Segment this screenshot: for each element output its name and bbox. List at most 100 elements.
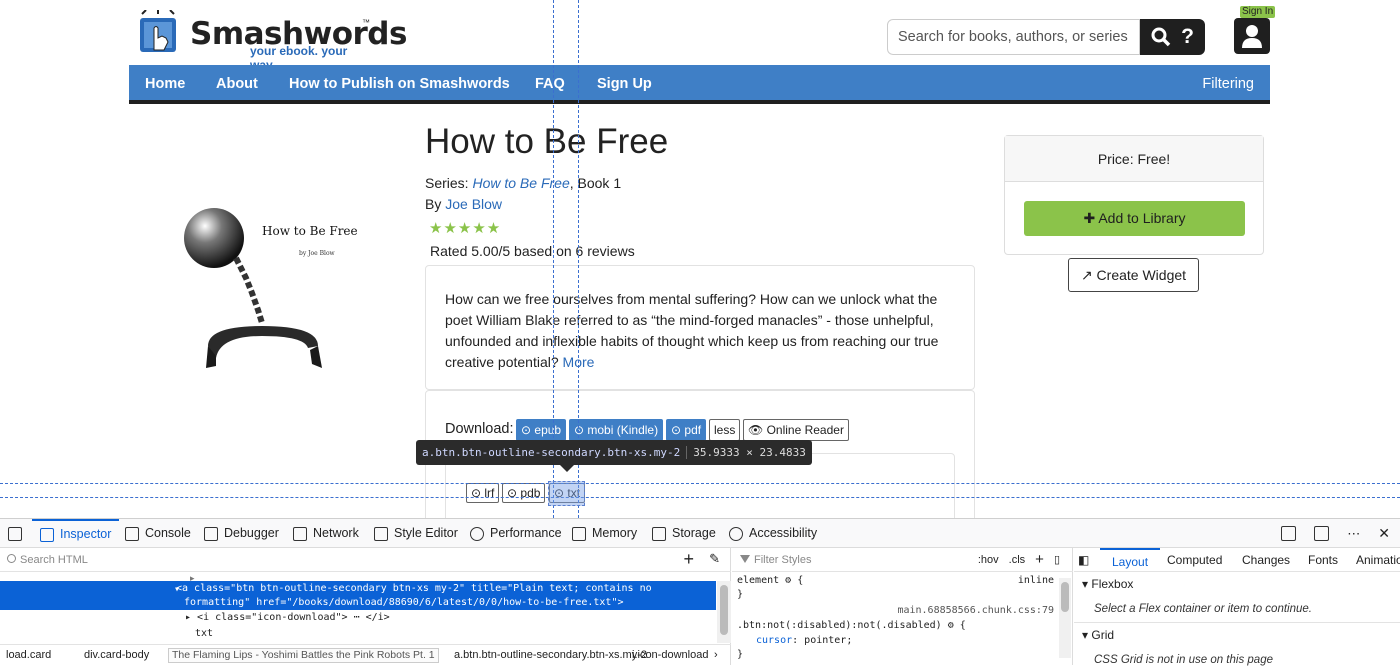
eyedropper-icon[interactable]: ✎ — [709, 551, 720, 567]
inspector-guide-bottom — [0, 497, 1400, 498]
close-icon[interactable]: ✕ — [1378, 526, 1390, 541]
grid-section[interactable]: ▾ Grid — [1082, 628, 1114, 642]
sign-in-label: Sign In — [1240, 6, 1276, 18]
rule-value: pointer; — [804, 635, 853, 646]
tab-fonts[interactable]: Fonts — [1308, 548, 1338, 572]
sign-in[interactable]: Sign In — [1234, 6, 1276, 54]
flexbox-note: Select a Flex container or item to conti… — [1094, 603, 1312, 615]
rating-stars: ★★★★★ — [429, 220, 502, 237]
online-reader-button[interactable]: 👁 Online Reader — [743, 419, 849, 441]
tab-performance[interactable]: Performance — [470, 519, 562, 548]
tab-debugger-label: Debugger — [224, 526, 279, 540]
rule-declaration[interactable]: cursor: pointer; — [756, 635, 852, 646]
breadcrumb-item[interactable]: a.btn.btn-outline-secondary.btn-xs.my-2 — [454, 645, 647, 665]
print-simulation-icon[interactable]: ▯ — [1054, 548, 1060, 572]
selected-node[interactable]: ▾ <a class="btn btn-outline-secondary bt… — [0, 581, 716, 610]
download-lrf-button[interactable]: ⊙ lrf — [466, 483, 500, 503]
cover-author: by Joe Blow — [299, 250, 335, 257]
html-scrollbar[interactable] — [717, 581, 731, 643]
tab-performance-label: Performance — [490, 526, 562, 540]
child-node[interactable]: ▸ <i class="icon-download"> ⋯ </i> — [185, 612, 390, 623]
grid-title: Grid — [1091, 628, 1115, 642]
add-rule-button[interactable]: + — [1035, 548, 1044, 572]
flexbox-section[interactable]: ▾ Flexbox — [1082, 577, 1133, 591]
cover-title: How to Be Free — [262, 224, 358, 238]
download-pdb-button[interactable]: ⊙ pdb — [502, 483, 546, 503]
dock-side-icon[interactable] — [1314, 526, 1330, 541]
nav-how-to-publish[interactable]: How to Publish on Smashwords — [289, 76, 510, 92]
responsive-mode-icon[interactable] — [1281, 526, 1297, 541]
less-button[interactable]: less — [709, 419, 741, 441]
text-node[interactable]: txt — [195, 628, 213, 639]
help-icon: ? — [1181, 25, 1194, 48]
author-line: By Joe Blow — [425, 196, 502, 212]
rule-selector: .btn:not(:disabled):not(.disabled) — [737, 620, 942, 631]
series-link[interactable]: How to Be Free — [472, 175, 569, 191]
breadcrumb-item[interactable]: div.card-body — [84, 645, 149, 665]
add-node-button[interactable]: + — [683, 548, 694, 570]
scroll-thumb[interactable] — [1061, 582, 1069, 612]
tab-network[interactable]: Network — [293, 519, 359, 548]
tab-computed[interactable]: Computed — [1167, 548, 1222, 572]
by-prefix: By — [425, 196, 446, 212]
devtools-window-controls: ⋯ ✕ — [1281, 526, 1390, 541]
tab-inspector[interactable]: Inspector — [32, 519, 120, 548]
search-icon — [7, 554, 16, 563]
tab-animations[interactable]: Animations — [1356, 548, 1400, 572]
element-picker-button[interactable] — [8, 519, 22, 548]
cls-toggle[interactable]: .cls — [1009, 548, 1026, 572]
tab-memory[interactable]: Memory — [572, 519, 637, 548]
tab-network-label: Network — [313, 526, 359, 540]
tab-accessibility-label: Accessibility — [749, 526, 818, 540]
search-button[interactable]: ? — [1140, 19, 1205, 55]
user-icon — [1242, 25, 1262, 48]
book-cover[interactable]: How to Be Free by Joe Blow — [176, 198, 366, 388]
network-icon — [293, 526, 307, 541]
nav-filtering[interactable]: Filtering — [1202, 76, 1254, 92]
stylesheet-link[interactable]: main.68858566.chunk.css:79 — [897, 605, 1054, 616]
layout-pane: ◧ Layout Computed Changes Fonts Animatio… — [1074, 548, 1400, 666]
performance-icon — [470, 526, 484, 541]
breadcrumb-item[interactable]: load.card — [6, 645, 51, 665]
tab-style-editor[interactable]: Style Editor — [374, 519, 458, 548]
download-epub-button[interactable]: ⊙ epub — [516, 419, 567, 441]
layout-tabbar: ◧ Layout Computed Changes Fonts Animatio… — [1074, 548, 1400, 572]
create-widget-button[interactable]: ↗ Create Widget — [1068, 258, 1199, 292]
sidebar-toggle-icon[interactable]: ◧ — [1078, 548, 1089, 572]
nav-faq[interactable]: FAQ — [535, 76, 565, 92]
tab-changes[interactable]: Changes — [1242, 548, 1290, 572]
selected-node-line-1: <a class="btn btn-outline-secondary btn-… — [176, 583, 652, 594]
description: How can we free ourselves from mental su… — [445, 289, 965, 373]
storage-icon — [652, 526, 666, 541]
search-html-placeholder: Search HTML — [20, 554, 88, 566]
smashwords-logo[interactable]: Smashwords ™ your ebook. your way. — [134, 6, 407, 72]
hov-toggle[interactable]: :hov — [978, 548, 999, 572]
author-link[interactable]: Joe Blow — [445, 196, 502, 212]
download-pdf-button[interactable]: ⊙ pdf — [666, 419, 707, 441]
tab-console-label: Console — [145, 526, 191, 540]
devtools-tabbar: Inspector Console Debugger Network Style… — [0, 519, 1400, 548]
tab-storage[interactable]: Storage — [652, 519, 716, 548]
tooltip-selector: a.btn.btn-outline-secondary.btn-xs.my-2 — [422, 446, 681, 459]
nav-about[interactable]: About — [216, 76, 258, 92]
sign-in-button[interactable] — [1234, 18, 1270, 54]
search-html[interactable]: Search HTML — [0, 548, 731, 572]
tab-layout[interactable]: Layout — [1100, 548, 1161, 572]
breadcrumb-item[interactable]: i.icon-download — [632, 645, 708, 665]
main-navbar: Home About How to Publish on Smashwords … — [129, 65, 1270, 104]
add-to-library-button[interactable]: ✚ Add to Library — [1024, 201, 1245, 236]
more-menu-icon[interactable]: ⋯ — [1347, 526, 1360, 541]
nav-sign-up[interactable]: Sign Up — [597, 76, 652, 92]
download-mobi-button[interactable]: ⊙ mobi (Kindle) — [569, 419, 664, 441]
tab-accessibility[interactable]: Accessibility — [729, 519, 817, 548]
accessibility-icon — [729, 526, 743, 541]
search-input[interactable] — [887, 19, 1140, 55]
series-prefix: Series: — [425, 175, 473, 191]
styles-scrollbar[interactable] — [1059, 578, 1071, 658]
nav-home[interactable]: Home — [145, 76, 185, 92]
scroll-thumb[interactable] — [720, 585, 728, 635]
picker-icon — [8, 526, 22, 541]
tab-debugger[interactable]: Debugger — [204, 519, 279, 548]
tab-console[interactable]: Console — [125, 519, 191, 548]
breadcrumb-next-arrow[interactable]: › — [714, 645, 718, 665]
